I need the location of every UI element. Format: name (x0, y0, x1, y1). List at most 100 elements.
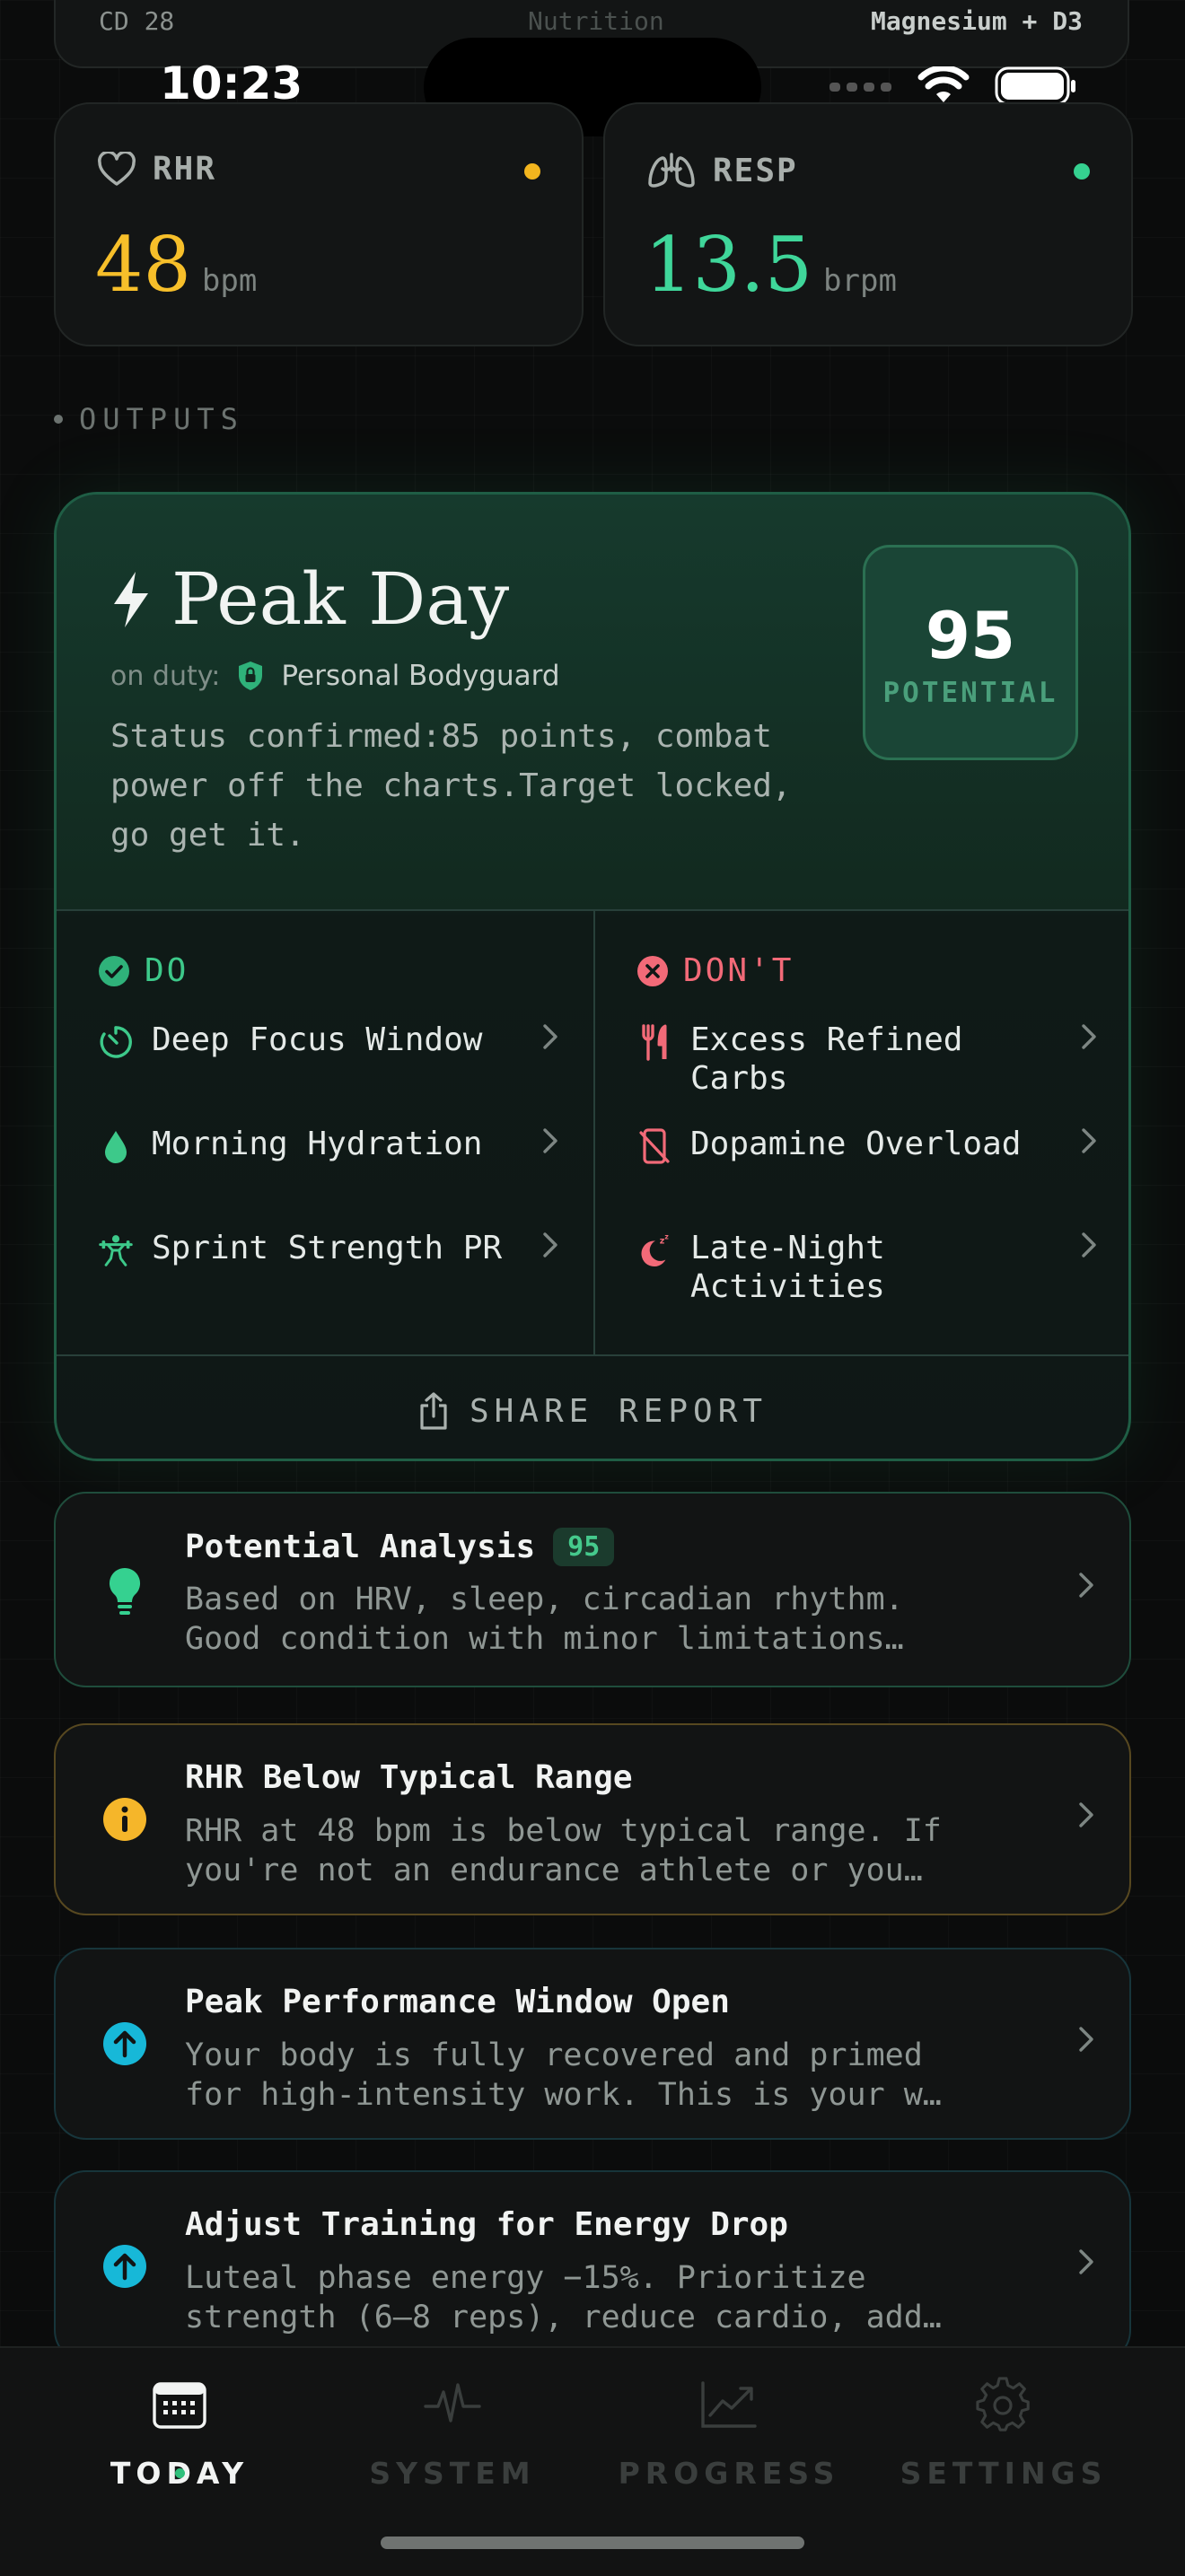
insight-card-energy-drop[interactable]: Adjust Training for Energy Drop Luteal p… (54, 2170, 1131, 2362)
pulse-icon (424, 2383, 481, 2423)
insight-title: Potential Analysis (185, 1529, 536, 1565)
rhr-metric-card[interactable]: RHR 48 bpm (54, 102, 584, 346)
rhr-unit: bpm (201, 263, 258, 299)
x-circle-icon (637, 955, 668, 986)
peak-title: Peak Day (171, 557, 510, 641)
chevron-right-icon (1079, 1802, 1093, 1827)
do-label: DO (145, 952, 189, 989)
heart-icon (98, 151, 136, 186)
lightning-icon (114, 571, 148, 627)
dont-label: DON'T (683, 952, 794, 989)
resp-metric-card[interactable]: RESP 13.5 brpm (603, 102, 1133, 346)
partial-left-text: CD 28 (99, 6, 175, 36)
insight-card-rhr[interactable]: RHR Below Typical Range RHR at 48 bpm is… (54, 1723, 1131, 1915)
check-circle-icon (99, 955, 129, 986)
chart-line-icon (701, 2381, 757, 2428)
peak-description: Status confirmed:85 points, combat power… (110, 718, 792, 854)
insight-title: RHR Below Typical Range (185, 1759, 633, 1796)
tab-label: SYSTEM (369, 2456, 536, 2491)
insight-line: Luteal phase energy −15%. Prioritize (185, 2260, 866, 2296)
chevron-right-icon (1082, 1128, 1096, 1153)
svg-text:z: z (664, 1233, 669, 1241)
do-item-sprint[interactable]: Sprint Strength PR (98, 1229, 565, 1319)
rhr-label: RHR (153, 151, 217, 188)
outputs-label-text: OUTPUTS (79, 402, 244, 436)
calendar-icon (153, 2382, 206, 2429)
do-item-deep-focus[interactable]: Deep Focus Window (98, 1021, 565, 1110)
info-icon (103, 1798, 146, 1841)
section-bullet (54, 415, 63, 424)
weightlifter-icon (99, 1235, 133, 1266)
chevron-right-icon (1079, 2249, 1093, 2274)
peak-day-card: Peak Day on duty: Personal Bodyguard Sta… (54, 492, 1131, 1461)
insight-card-potential[interactable]: Potential Analysis 95 Based on HRV, slee… (54, 1492, 1131, 1687)
insight-line: RHR at 48 bpm is below typical range. If (185, 1813, 942, 1849)
potential-label: POTENTIAL (882, 677, 1058, 709)
resp-label: RESP (713, 152, 798, 189)
insight-title: Adjust Training for Energy Drop (185, 2206, 788, 2243)
share-report-button[interactable]: SHARE REPORT (57, 1354, 1128, 1459)
insight-title: Peak Performance Window Open (185, 1984, 730, 2020)
dont-item-dopamine[interactable]: Dopamine Overload (636, 1125, 1103, 1214)
arrow-up-circle-icon (103, 2022, 146, 2065)
dont-item-late-night[interactable]: z z Late-Night Activities (636, 1229, 1103, 1319)
insight-line: strength (6–8 reps), reduce cardio, add… (185, 2300, 942, 2335)
partial-right-text: Magnesium + D3 (870, 6, 1083, 36)
timer-icon (100, 1026, 132, 1058)
dont-item-label: Late-Night Activities (690, 1230, 885, 1305)
chevron-right-icon (1082, 1024, 1096, 1049)
rhr-status-dot (524, 163, 540, 180)
moon-sleep-icon: z z (641, 1233, 669, 1267)
wifi-icon (917, 66, 970, 102)
home-indicator[interactable] (381, 2537, 804, 2549)
outputs-section-label: OUTPUTS (54, 402, 244, 436)
do-column: DO Deep Focus Window Morning Hydration S… (57, 909, 595, 1354)
do-item-hydration[interactable]: Morning Hydration (98, 1125, 565, 1214)
potential-score-box: 95 POTENTIAL (863, 545, 1078, 760)
resp-unit: brpm (823, 263, 897, 299)
partial-center-text: Nutrition (528, 6, 664, 36)
insight-line: for high-intensity work. This is your w… (185, 2077, 942, 2113)
tab-settings[interactable]: SETTINGS (869, 2373, 1138, 2491)
potential-score: 95 (925, 598, 1016, 673)
resp-status-dot (1074, 163, 1090, 180)
arrow-up-circle-icon (103, 2245, 146, 2288)
water-drop-icon (105, 1131, 127, 1163)
resp-value: 13.5 (645, 221, 813, 309)
chevron-right-icon (1082, 1232, 1096, 1257)
dont-item-refined-carbs[interactable]: Excess Refined Carbs (636, 1021, 1103, 1110)
dont-item-label: Dopamine Overload (690, 1126, 1022, 1162)
phone-off-icon (639, 1128, 670, 1164)
insight-badge: 95 (553, 1528, 615, 1566)
bulb-icon (109, 1567, 141, 1615)
insight-line: Based on HRV, sleep, circadian rhythm. (185, 1582, 904, 1617)
do-item-label: Sprint Strength PR (152, 1230, 503, 1266)
tab-label: SETTINGS (900, 2456, 1108, 2491)
chevron-right-icon (543, 1128, 557, 1153)
chevron-right-icon (1079, 1573, 1093, 1598)
do-item-label: Morning Hydration (152, 1126, 483, 1162)
dont-column: DON'T Excess Refined Carbs Dopamine Over… (595, 909, 1128, 1354)
battery-icon (995, 66, 1075, 106)
shield-lock-icon (239, 662, 263, 690)
dont-item-label: Excess Refined Carbs (690, 1021, 963, 1097)
chevron-right-icon (543, 1232, 557, 1257)
lungs-icon (648, 153, 695, 188)
chevron-right-icon (543, 1024, 557, 1049)
share-report-label: SHARE REPORT (469, 1392, 768, 1430)
insight-card-peak-window[interactable]: Peak Performance Window Open Your body i… (54, 1948, 1131, 2140)
active-tab-indicator (175, 2468, 185, 2478)
tab-progress[interactable]: PROGRESS (594, 2373, 864, 2491)
signal-icon (830, 83, 891, 92)
insight-line: Good condition with minor limitations… (185, 1621, 904, 1657)
insight-line: Your body is fully recovered and primed (185, 2037, 923, 2073)
do-item-label: Deep Focus Window (152, 1021, 483, 1058)
insight-line: you're not an endurance athlete or you… (185, 1853, 923, 1888)
duty-label: on duty: (110, 660, 221, 692)
tab-system[interactable]: SYSTEM (318, 2373, 587, 2491)
duty-value: Personal Bodyguard (281, 660, 560, 692)
rhr-value: 48 (95, 221, 191, 309)
share-icon (420, 1392, 447, 1430)
gear-icon (976, 2377, 1030, 2431)
tab-label: PROGRESS (618, 2456, 840, 2491)
